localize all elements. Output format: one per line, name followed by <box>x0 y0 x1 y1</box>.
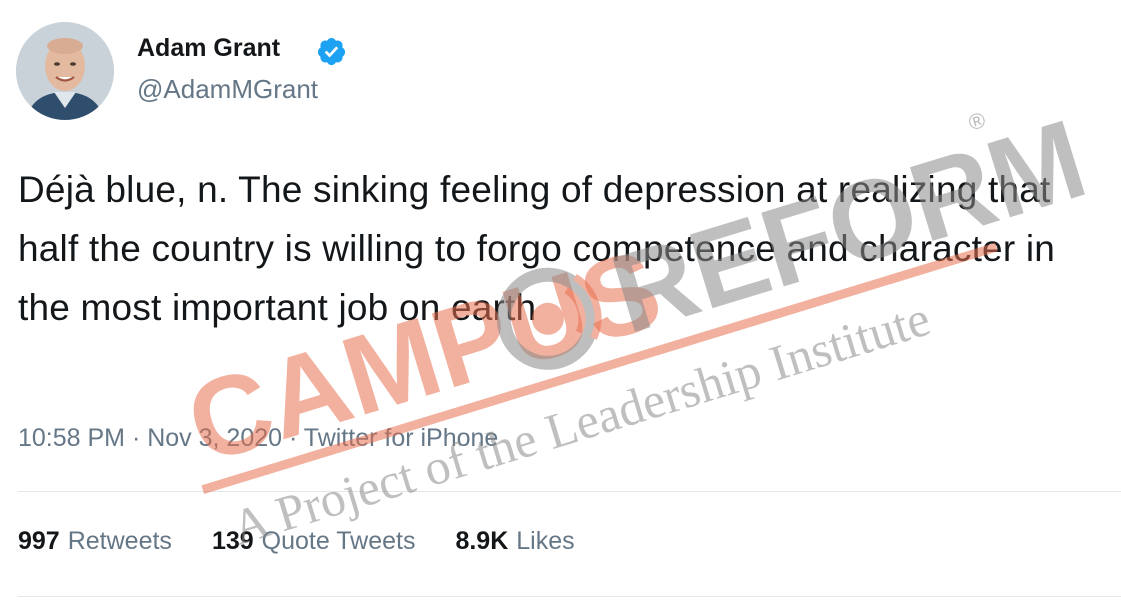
tweet-card: Adam Grant @AdamMGrant Déjà blue, n. The… <box>0 0 1121 600</box>
avatar[interactable] <box>16 22 114 120</box>
tweet-text: Déjà blue, n. The sinking feeling of dep… <box>18 169 1056 328</box>
quote-tweets-stat[interactable]: 139 Quote Tweets <box>212 527 416 556</box>
quote-tweets-label: Quote Tweets <box>261 527 416 555</box>
likes-stat[interactable]: 8.9K Likes <box>455 527 574 556</box>
likes-count: 8.9K <box>455 527 509 555</box>
tweet-stats: 997 Retweets 139 Quote Tweets 8.9K Likes <box>18 527 575 556</box>
tweet-timestamp[interactable]: 10:58 PM · Nov 3, 2020 · Twitter for iPh… <box>18 424 498 453</box>
retweets-count: 997 <box>18 527 60 555</box>
likes-label: Likes <box>516 527 575 555</box>
retweets-label: Retweets <box>67 527 172 555</box>
avatar-photo <box>16 22 114 120</box>
retweets-stat[interactable]: 997 Retweets <box>18 527 172 556</box>
author-handle[interactable]: @AdamMGrant <box>137 74 318 105</box>
quote-tweets-count: 139 <box>211 527 254 555</box>
verified-badge-icon <box>317 37 346 66</box>
divider <box>18 491 1121 492</box>
divider <box>18 596 1121 597</box>
author-display-name[interactable]: Adam Grant <box>137 34 280 63</box>
